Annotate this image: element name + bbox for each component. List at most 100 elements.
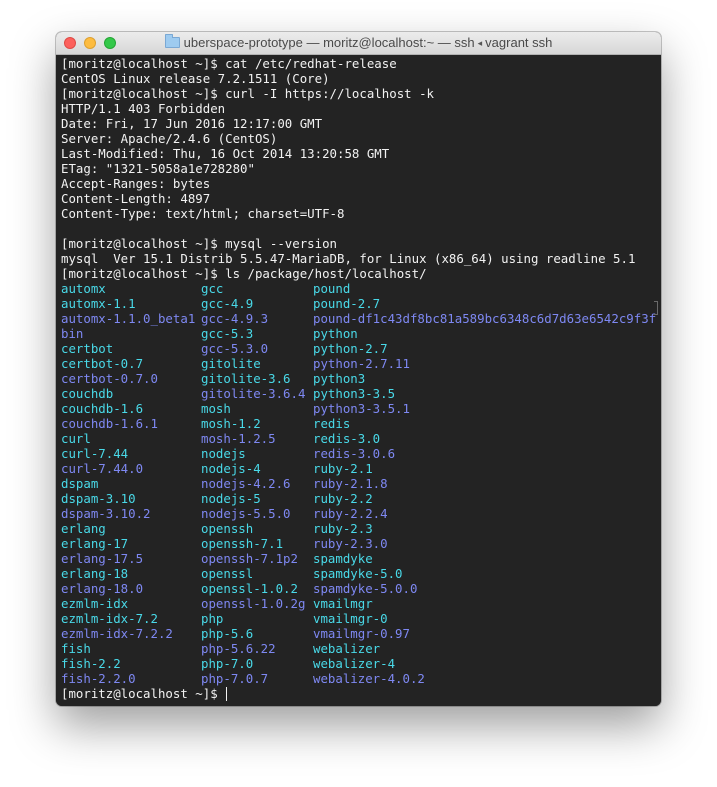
directory-entry: spamdyke-5.0 xyxy=(313,566,403,581)
symlink-entry: erlang-17.5 xyxy=(61,551,144,566)
folder-icon xyxy=(164,34,180,48)
symlink-entry: php-7.0.7 xyxy=(201,671,269,686)
symlink-entry: couchdb-1.6.1 xyxy=(61,416,158,431)
terminal-line: [moritz@localhost ~]$ mysql --version xyxy=(61,236,338,251)
directory-entry: gitolite xyxy=(201,356,261,371)
symlink-entry: spamdyke-5.0.0 xyxy=(313,581,418,596)
directory-entry: fish-2.2 xyxy=(61,656,121,671)
symlink-entry: nodejs-4.2.6 xyxy=(201,476,291,491)
title-prefix: uberspace-prototype — moritz@localhost:~… xyxy=(183,35,475,50)
directory-entry: openssl xyxy=(201,566,254,581)
directory-entry: erlang xyxy=(61,521,106,536)
directory-entry: dspam xyxy=(61,476,99,491)
ls-listing: automx automx-1.1 automx-1.1.0_beta1 bin cer… xyxy=(61,281,661,686)
directory-entry: openssl-1.0.2 xyxy=(201,581,298,596)
directory-entry: certbot-0.7 xyxy=(61,356,144,371)
title-bar[interactable]: uberspace-prototype — moritz@localhost:~… xyxy=(56,32,661,55)
directory-entry: pound xyxy=(313,281,351,296)
prompt-text: [moritz@localhost ~]$ xyxy=(61,686,226,701)
directory-entry: redis-3.0 xyxy=(313,431,381,446)
terminal-line: Content-Type: text/html; charset=UTF-8 xyxy=(61,206,345,221)
directory-entry: nodejs-4 xyxy=(201,461,261,476)
symlink-entry: ruby-2.2.4 xyxy=(313,506,388,521)
text-cursor xyxy=(226,687,228,701)
directory-entry: curl xyxy=(61,431,91,446)
scroll-marker xyxy=(654,301,658,315)
directory-entry: webalizer xyxy=(313,641,381,656)
directory-entry: python xyxy=(313,326,358,341)
symlink-entry: ruby-2.3.0 xyxy=(313,536,388,551)
directory-entry: couchdb xyxy=(61,386,114,401)
directory-entry: erlang-18 xyxy=(61,566,129,581)
symlink-entry: redis-3.0.6 xyxy=(313,446,396,461)
directory-entry: couchdb-1.6 xyxy=(61,401,144,416)
symlink-entry: python-2.7.11 xyxy=(313,356,410,371)
directory-entry: nodejs-5 xyxy=(201,491,261,506)
symlink-entry: ezmlm-idx-7.2.2 xyxy=(61,626,173,641)
symlink-entry: nodejs-5.5.0 xyxy=(201,506,291,521)
terminal-line: [moritz@localhost ~]$ cat /etc/redhat-re… xyxy=(61,56,397,71)
terminal-line: HTTP/1.1 403 Forbidden xyxy=(61,101,226,116)
terminal-line: CentOS Linux release 7.2.1511 (Core) xyxy=(61,71,330,86)
directory-entry: webalizer-4 xyxy=(313,656,396,671)
directory-entry: php-5.6 xyxy=(201,626,254,641)
directory-entry: ruby-2.2 xyxy=(313,491,373,506)
symlink-entry: ruby-2.1.8 xyxy=(313,476,388,491)
symlink-entry: webalizer-4.0.2 xyxy=(313,671,425,686)
window-title: uberspace-prototype — moritz@localhost:~… xyxy=(56,34,661,50)
terminal-output: [moritz@localhost ~]$ cat /etc/redhat-re… xyxy=(61,56,661,701)
terminal-line: mysql Ver 15.1 Distrib 5.5.47-MariaDB, f… xyxy=(61,251,636,266)
title-suffix: vagrant ssh xyxy=(485,35,553,50)
directory-entry: php xyxy=(201,611,224,626)
directory-entry: python3 xyxy=(313,371,366,386)
directory-entry: python-2.7 xyxy=(313,341,388,356)
title-chevron: ◂ xyxy=(477,38,483,48)
ls-column-2: gcc gcc-4.9 gcc-4.9.3 gcc-5.3 gcc-5.3.0 gitol… xyxy=(201,281,305,686)
directory-entry: ezmlm-idx xyxy=(61,596,129,611)
directory-entry: gitolite-3.6 xyxy=(201,371,291,386)
terminal-line: [moritz@localhost ~]$ curl -I https://lo… xyxy=(61,86,434,101)
symlink-entry: fish-2.2.0 xyxy=(61,671,136,686)
directory-entry: gcc-5.3 xyxy=(201,326,254,341)
symlink-entry: gcc-5.3.0 xyxy=(201,341,269,356)
directory-entry: spamdyke xyxy=(313,551,373,566)
symlink-entry: openssh-7.1p2 xyxy=(201,551,298,566)
directory-entry: mosh-1.2 xyxy=(201,416,261,431)
directory-entry: openssh-7.1 xyxy=(201,536,284,551)
directory-entry: fish xyxy=(61,641,91,656)
directory-entry: automx xyxy=(61,281,106,296)
symlink-entry: pound-df1c43df8bc81a589bc6348c6d7d63e654… xyxy=(313,311,657,326)
symlink-entry: php-5.6.22 xyxy=(201,641,276,656)
directory-entry: vmailmgr-0 xyxy=(313,611,388,626)
directory-entry: ruby-2.3 xyxy=(313,521,373,536)
symlink-entry: mosh-1.2.5 xyxy=(201,431,276,446)
terminal-window: uberspace-prototype — moritz@localhost:~… xyxy=(56,32,661,706)
terminal-line: Date: Fri, 17 Jun 2016 12:17:00 GMT xyxy=(61,116,323,131)
directory-entry: openssh xyxy=(201,521,254,536)
symlink-entry: gcc-4.9.3 xyxy=(201,311,269,326)
symlink-entry: erlang-18.0 xyxy=(61,581,144,596)
directory-entry: mosh xyxy=(201,401,231,416)
directory-entry: erlang-17 xyxy=(61,536,129,551)
ls-column-1: automx automx-1.1 automx-1.1.0_beta1 bin cer… xyxy=(61,281,195,686)
symlink-entry: automx-1.1.0_beta1 xyxy=(61,311,196,326)
terminal-line: [moritz@localhost ~]$ ls /package/host/l… xyxy=(61,266,427,281)
symlink-entry: openssl-1.0.2g xyxy=(201,596,306,611)
directory-entry: vmailmgr xyxy=(313,596,373,611)
terminal-line: Accept-Ranges: bytes xyxy=(61,176,211,191)
directory-entry: gcc xyxy=(201,281,224,296)
terminal-line: Server: Apache/2.4.6 (CentOS) xyxy=(61,131,278,146)
terminal-line: ETag: "1321-5058a1e728280" xyxy=(61,161,255,176)
directory-entry: curl-7.44 xyxy=(61,446,129,461)
directory-entry: ezmlm-idx-7.2 xyxy=(61,611,158,626)
terminal-content[interactable]: [moritz@localhost ~]$ cat /etc/redhat-re… xyxy=(56,55,661,706)
directory-entry: gcc-4.9 xyxy=(201,296,254,311)
symlink-entry: bin xyxy=(61,326,84,341)
symlink-entry: dspam-3.10.2 xyxy=(61,506,151,521)
prompt-line[interactable]: [moritz@localhost ~]$ xyxy=(61,686,661,701)
ls-column-3: pound pound-2.7 pound-df1c43df8bc81a589bc6… xyxy=(313,281,656,686)
symlink-entry: vmailmgr-0.97 xyxy=(313,626,410,641)
terminal-line: Content-Length: 4897 xyxy=(61,191,211,206)
directory-entry: pound-2.7 xyxy=(313,296,381,311)
